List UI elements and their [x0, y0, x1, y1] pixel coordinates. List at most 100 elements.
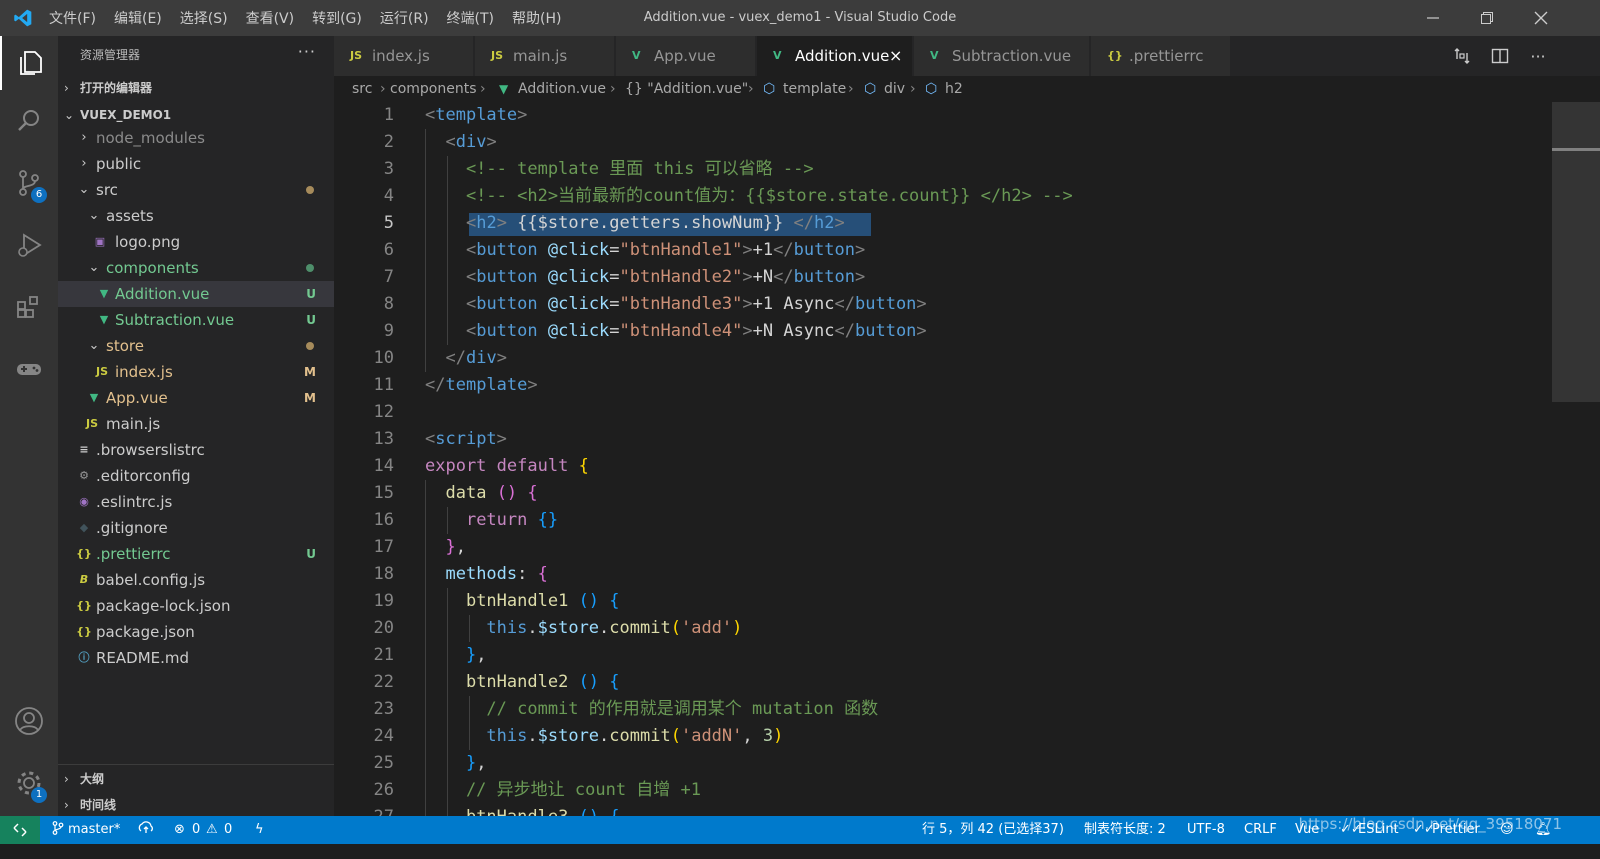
code-line[interactable]: 11 </template>	[334, 372, 1554, 399]
restore-button[interactable]	[1460, 0, 1514, 36]
explorer-activity[interactable]	[0, 36, 58, 90]
tree-item-package-lock[interactable]: {} package-lock.json	[58, 593, 334, 619]
manage-activity[interactable]: 1	[0, 756, 58, 810]
code-line[interactable]: 7 <button @click="btnHandle2">+N</button…	[334, 264, 1554, 291]
tab-prettierrc[interactable]: {} .prettierrc	[1091, 36, 1231, 76]
warning-count[interactable]: 0	[224, 816, 232, 844]
code-line[interactable]: 1 <template>	[334, 102, 1554, 129]
code-line[interactable]: 21 },	[334, 642, 1554, 669]
tree-item-browserslistrc[interactable]: ≡ .browserslistrc	[58, 437, 334, 463]
search-activity[interactable]	[0, 94, 58, 148]
tree-item-logo-png[interactable]: ▣ logo.png	[58, 229, 334, 255]
indentation[interactable]: 制表符长度: 2	[1084, 816, 1166, 844]
editor-scrollbar-thumb[interactable]	[1552, 102, 1600, 402]
tree-item-store[interactable]: ⌄ store	[58, 333, 334, 359]
menu-selection[interactable]: 选择(S)	[171, 8, 237, 28]
menu-edit[interactable]: 编辑(E)	[105, 8, 171, 28]
breadcrumb-div[interactable]: div	[884, 76, 905, 102]
more-actions-button[interactable]: ···	[298, 42, 316, 61]
breadcrumb-src[interactable]: src	[352, 76, 372, 102]
git-branch[interactable]: master*	[68, 816, 120, 844]
sync-icon[interactable]	[138, 816, 154, 844]
close-window-button[interactable]	[1514, 0, 1568, 36]
code-line[interactable]: 12	[334, 399, 1554, 426]
menu-help[interactable]: 帮助(H)	[503, 8, 570, 28]
code-line[interactable]: 5 <h2> {{$store.getters.showNum}} </h2>	[334, 210, 1554, 237]
code-line[interactable]: 6 <button @click="btnHandle1">+1</button…	[334, 237, 1554, 264]
code-line[interactable]: 26 // 异步地让 count 自增 +1	[334, 777, 1554, 804]
code-line[interactable]: 14 export default {	[334, 453, 1554, 480]
tree-item-public[interactable]: › public	[58, 151, 334, 177]
breadcrumb-object[interactable]: {} "Addition.vue"	[625, 76, 748, 102]
encoding[interactable]: UTF-8	[1187, 816, 1225, 844]
menu-terminal[interactable]: 终端(T)	[438, 8, 503, 28]
code-editor[interactable]: 1 <template> 2 <div> 3 <!-- template 里面 thi…	[334, 102, 1600, 816]
tree-item-eslintrc[interactable]: ◉ .eslintrc.js	[58, 489, 334, 515]
tree-item-components[interactable]: ⌄ components	[58, 255, 334, 281]
lightning-icon[interactable]: ϟ	[255, 816, 264, 844]
menu-view[interactable]: 查看(V)	[237, 8, 304, 28]
tree-item-index-js[interactable]: JS index.js M	[58, 359, 334, 385]
extensions-activity[interactable]	[0, 280, 58, 334]
remote-activity[interactable]	[0, 342, 58, 396]
menu-run[interactable]: 运行(R)	[371, 8, 438, 28]
tab-main-js[interactable]: JS main.js	[475, 36, 615, 76]
tab-app-vue[interactable]: V App.vue	[616, 36, 756, 76]
timeline-section[interactable]: › 时间线	[58, 793, 334, 817]
tree-item-prettierrc[interactable]: {} .prettierrc U	[58, 541, 334, 567]
tab-addition-vue[interactable]: V Addition.vue ×	[757, 36, 913, 76]
editor-more-button[interactable]: ···	[1520, 36, 1556, 76]
tab-index-js[interactable]: JS index.js	[334, 36, 474, 76]
code-line[interactable]: 24 this.$store.commit('addN', 3)	[334, 723, 1554, 750]
tab-subtraction-vue[interactable]: V Subtraction.vue	[914, 36, 1090, 76]
code-line[interactable]: 22 btnHandle2 () {	[334, 669, 1554, 696]
run-debug-activity[interactable]	[0, 218, 58, 272]
code-line[interactable]: 9 <button @click="btnHandle4">+N Async</…	[334, 318, 1554, 345]
outline-section[interactable]: › 大纲	[58, 767, 334, 791]
tree-item-node-modules[interactable]: › node_modules	[58, 125, 334, 151]
code-line[interactable]: 13 <script>	[334, 426, 1554, 453]
tree-item-readme[interactable]: ⓘ README.md	[58, 645, 334, 671]
tree-item-subtraction-vue[interactable]: ▼ Subtraction.vue U	[58, 307, 334, 333]
tree-item-assets[interactable]: ⌄ assets	[58, 203, 334, 229]
remote-indicator[interactable]	[0, 816, 40, 844]
menu-file[interactable]: 文件(F)	[40, 8, 105, 28]
tree-item-babel-config[interactable]: B babel.config.js	[58, 567, 334, 593]
code-line[interactable]: 19 btnHandle1 () {	[334, 588, 1554, 615]
tree-item-addition-vue[interactable]: ▼ Addition.vue U	[58, 281, 334, 307]
tree-item-src[interactable]: ⌄ src	[58, 177, 334, 203]
tree-item-gitignore[interactable]: ◆ .gitignore	[58, 515, 334, 541]
end-of-line[interactable]: CRLF	[1244, 816, 1277, 844]
code-line[interactable]: 25 },	[334, 750, 1554, 777]
breadcrumb-components[interactable]: components	[390, 76, 477, 102]
tab-close-icon[interactable]: ×	[889, 36, 902, 76]
open-editors-section[interactable]: › 打开的编辑器	[58, 76, 334, 100]
code-line[interactable]: 18 methods: {	[334, 561, 1554, 588]
code-line[interactable]: 4 <!-- <h2>当前最新的count值为：{{$store.state.c…	[334, 183, 1554, 210]
open-changes-button[interactable]	[1444, 36, 1480, 76]
tree-item-app-vue[interactable]: ▼ App.vue M	[58, 385, 334, 411]
code-line[interactable]: 8 <button @click="btnHandle3">+1 Async</…	[334, 291, 1554, 318]
tree-item-editorconfig[interactable]: ⚙ .editorconfig	[58, 463, 334, 489]
tree-item-package-json[interactable]: {} package.json	[58, 619, 334, 645]
cursor-position[interactable]: 行 5，列 42 (已选择37)	[922, 816, 1064, 844]
breadcrumb-file[interactable]: Addition.vue	[518, 76, 606, 102]
code-line[interactable]: 20 this.$store.commit('add')	[334, 615, 1554, 642]
tree-item-main-js[interactable]: JS main.js	[58, 411, 334, 437]
code-line[interactable]: 3 <!-- template 里面 this 可以省略 -->	[334, 156, 1554, 183]
code-line[interactable]: 16 return {}	[334, 507, 1554, 534]
breadcrumb-h2[interactable]: h2	[945, 76, 963, 102]
code-line[interactable]: 17 },	[334, 534, 1554, 561]
code-line[interactable]: 10 </div>	[334, 345, 1554, 372]
error-count[interactable]: 0	[192, 816, 200, 844]
code-line[interactable]: 23 // commit 的作用就是调用某个 mutation 函数	[334, 696, 1554, 723]
menu-go[interactable]: 转到(G)	[303, 8, 371, 28]
source-control-activity[interactable]: 6	[0, 156, 58, 210]
workspace-root-section[interactable]: ⌄ VUEX_DEMO1	[58, 103, 334, 127]
code-line[interactable]: 15 data () {	[334, 480, 1554, 507]
accounts-activity[interactable]	[0, 694, 58, 748]
split-editor-button[interactable]	[1482, 36, 1518, 76]
minimize-button[interactable]	[1406, 0, 1460, 36]
code-line[interactable]: 2 <div>	[334, 129, 1554, 156]
breadcrumb-template[interactable]: template	[783, 76, 846, 102]
